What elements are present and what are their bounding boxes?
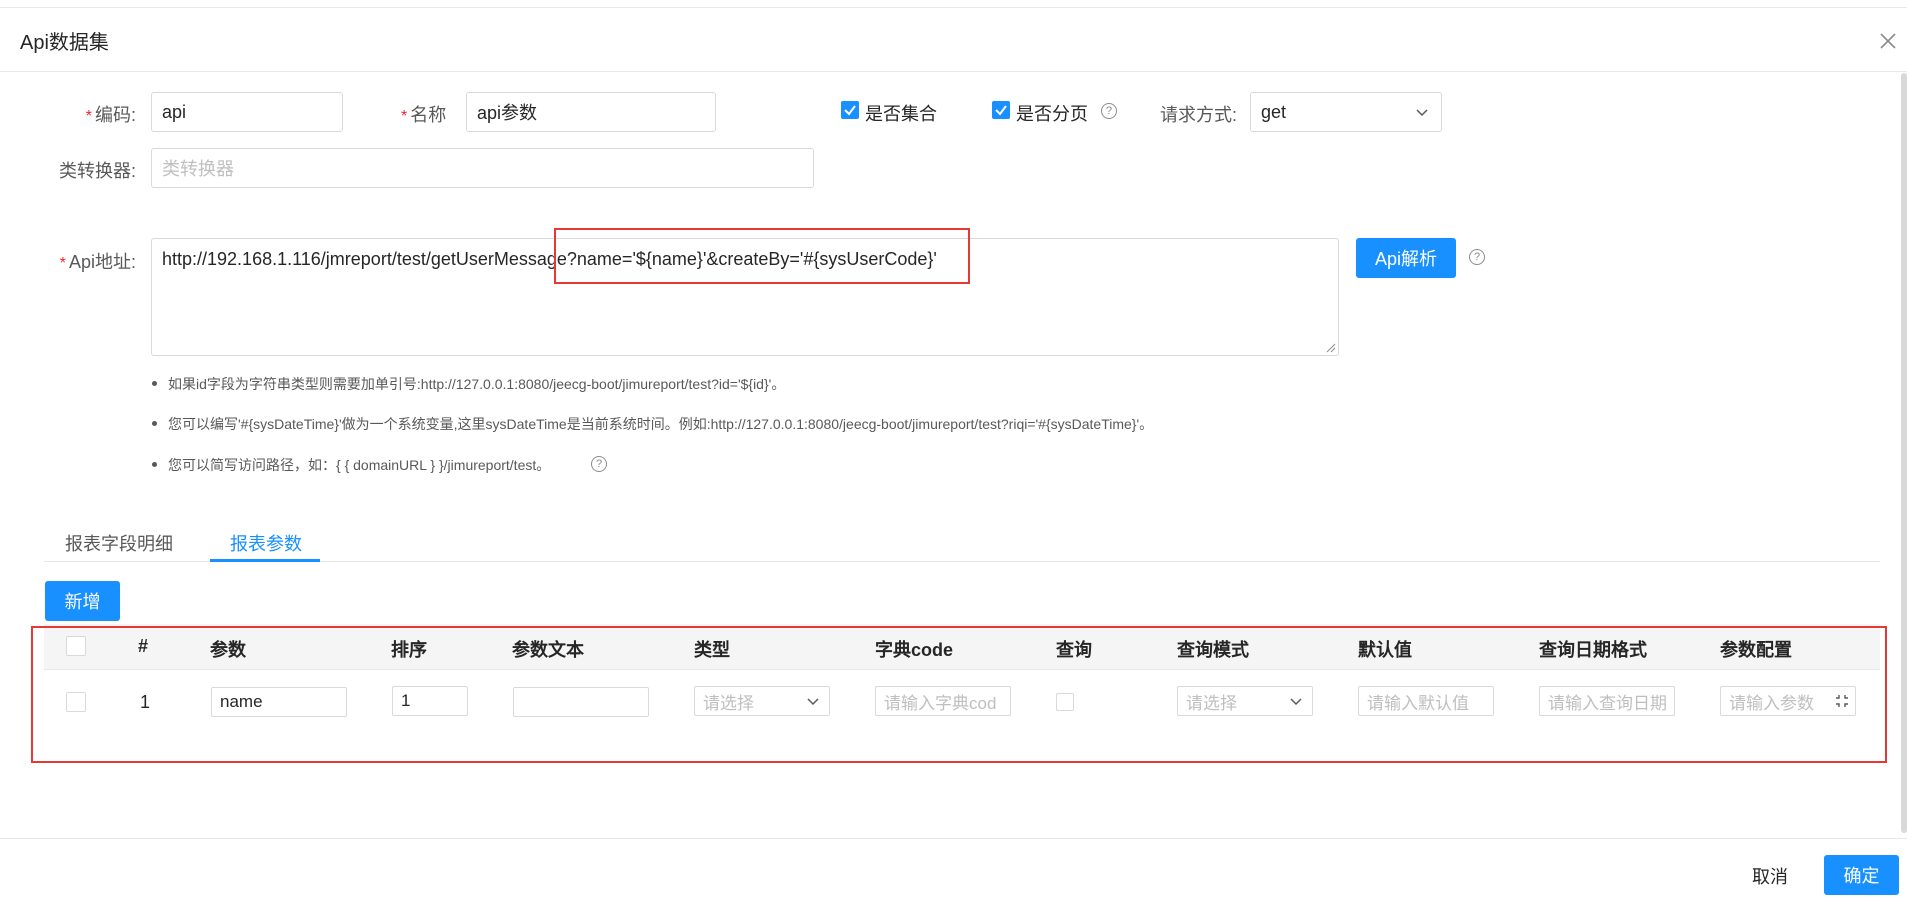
add-button[interactable]: 新增 xyxy=(45,581,120,621)
tip-item: 如果id字段为字符串类型则需要加单引号:http://127.0.0.1:808… xyxy=(150,374,785,394)
tabs-bar: 报表字段明细 报表参数 xyxy=(44,520,1880,562)
modal-title: Api数据集 xyxy=(20,32,109,54)
paging-help-icon[interactable]: ? xyxy=(1101,103,1117,119)
table-highlight xyxy=(31,626,1887,763)
resize-grip-icon[interactable] xyxy=(1326,343,1336,353)
request-method-select[interactable]: get xyxy=(1250,92,1442,132)
vertical-scrollbar[interactable] xyxy=(1901,73,1907,833)
modal-header: Api数据集 xyxy=(0,8,1907,72)
is-collection-checkbox[interactable] xyxy=(841,101,859,119)
request-method-value: get xyxy=(1261,101,1287,122)
code-input[interactable]: api xyxy=(151,92,343,132)
active-tab-indicator xyxy=(210,559,320,562)
is-collection-label: 是否集合 xyxy=(865,104,937,124)
is-paging-checkbox[interactable] xyxy=(992,101,1010,119)
chevron-down-icon xyxy=(1416,109,1428,117)
top-divider xyxy=(0,0,1907,8)
class-converter-label: 类转换器: xyxy=(58,161,136,181)
class-converter-input[interactable]: 类转换器 xyxy=(151,148,814,188)
url-params-highlight xyxy=(554,228,970,284)
api-parse-help-icon[interactable]: ? xyxy=(1469,249,1485,265)
tab-report-params[interactable]: 报表参数 xyxy=(230,530,302,556)
close-icon[interactable] xyxy=(1875,28,1901,54)
code-label: * 编码: xyxy=(85,105,136,125)
is-paging-label: 是否分页 xyxy=(1016,104,1088,124)
cancel-button[interactable]: 取消 xyxy=(1752,863,1788,889)
tip-item: 您可以简写访问路径，如：{ { domainURL } }/jimureport… xyxy=(150,455,550,475)
ok-button[interactable]: 确定 xyxy=(1824,855,1899,895)
name-input[interactable]: api参数 xyxy=(466,92,716,132)
domain-help-icon[interactable]: ? xyxy=(591,456,607,472)
tip-item: 您可以编写'#{sysDateTime}'做为一个系统变量,这里sysDateT… xyxy=(150,414,1153,434)
tab-field-details[interactable]: 报表字段明细 xyxy=(65,530,173,556)
api-url-label: * Api地址: xyxy=(59,252,136,272)
request-method-label: 请求方式: xyxy=(1160,105,1238,125)
name-label: * 名称 xyxy=(401,105,447,125)
api-parse-button[interactable]: Api解析 xyxy=(1356,238,1456,278)
modal-footer: 取消 确定 xyxy=(0,838,1907,899)
